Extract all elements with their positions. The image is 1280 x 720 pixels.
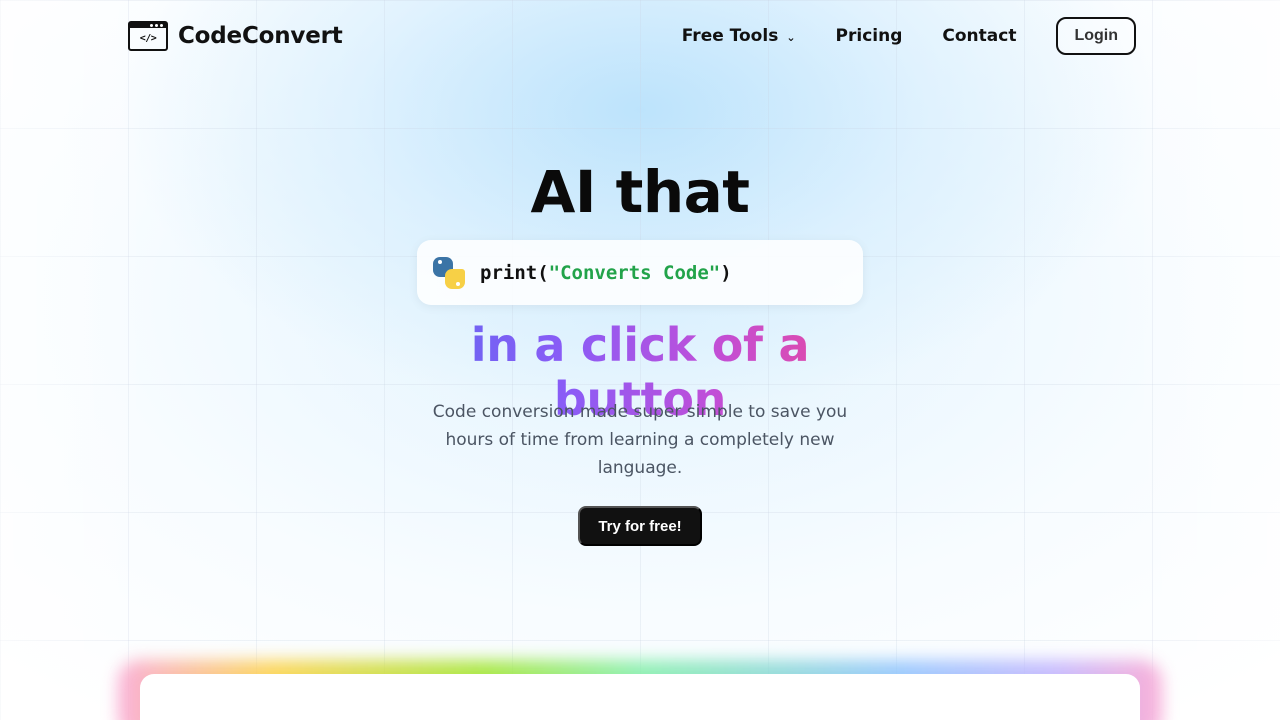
brand-name: CodeConvert (178, 23, 343, 49)
preview-card (140, 674, 1140, 720)
nav-free-tools[interactable]: Free Tools ⌄ (682, 26, 796, 46)
python-logo-icon (432, 256, 466, 290)
hero-title: AI that (530, 158, 750, 226)
nav-pricing[interactable]: Pricing (836, 26, 903, 46)
login-button[interactable]: Login (1056, 17, 1136, 55)
top-nav: </> CodeConvert Free Tools ⌄ Pricing Con… (128, 16, 1136, 56)
try-for-free-button[interactable]: Try for free! (578, 506, 702, 546)
main-menu: Free Tools ⌄ Pricing Contact Login (682, 17, 1136, 55)
hero-subtitle: Code conversion made super simple to sav… (432, 402, 848, 478)
nav-contact[interactable]: Contact (942, 26, 1016, 46)
code-snippet: print("Converts Code") (480, 261, 732, 284)
code-string: "Converts Code" (548, 261, 721, 284)
code-snippet-box: print("Converts Code") (417, 240, 863, 305)
chevron-down-icon: ⌄ (786, 30, 796, 44)
brand-logo[interactable]: </> CodeConvert (128, 21, 343, 51)
code-window-icon: </> (128, 21, 168, 51)
